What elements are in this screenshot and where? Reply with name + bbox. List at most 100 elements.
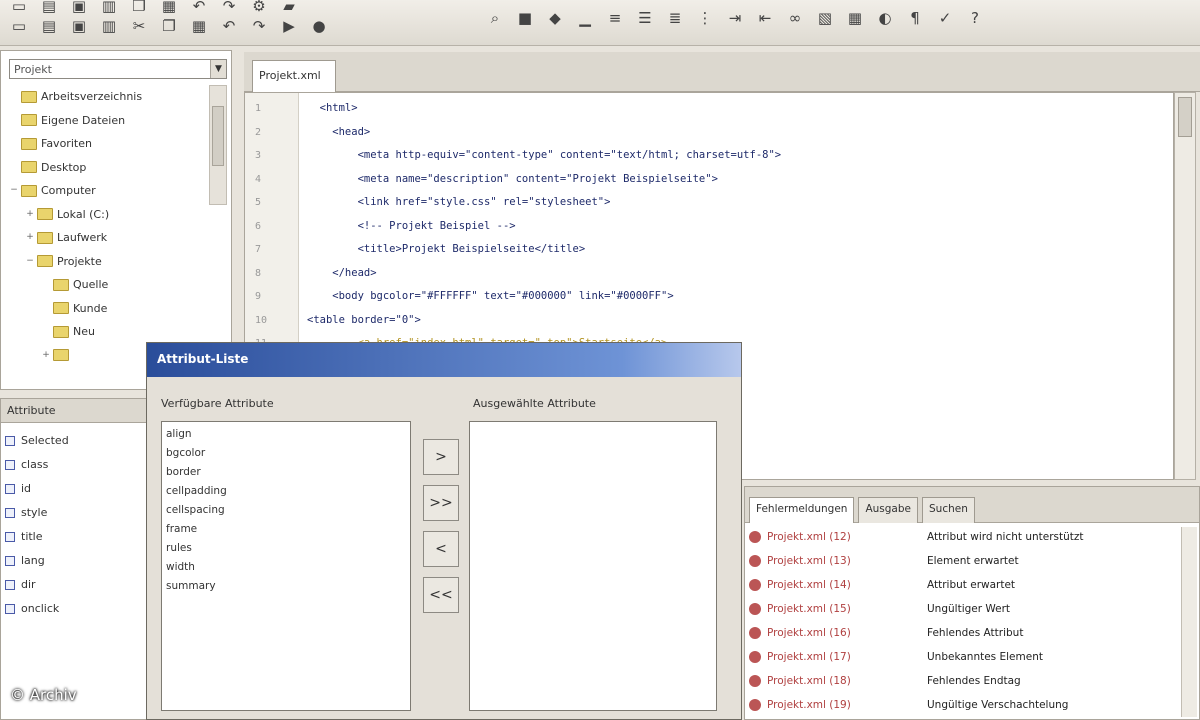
- chevron-down-icon[interactable]: ▼: [210, 60, 226, 78]
- new-file-icon[interactable]: ▭: [6, 14, 32, 38]
- help-icon[interactable]: ?: [962, 6, 988, 30]
- list-item[interactable]: bgcolor: [166, 444, 406, 463]
- attribute-item[interactable]: lang: [5, 549, 145, 573]
- code-line[interactable]: <html>: [307, 97, 1163, 121]
- list-item[interactable]: width: [166, 558, 406, 577]
- list-item[interactable]: summary: [166, 577, 406, 596]
- expand-icon[interactable]: +: [39, 344, 53, 368]
- italic-icon[interactable]: ◆: [542, 6, 568, 30]
- align-left-icon[interactable]: ≡: [602, 6, 628, 30]
- checkbox-icon[interactable]: [5, 508, 15, 518]
- tree-scrollbar-thumb[interactable]: [212, 106, 224, 166]
- list-item[interactable]: cellpadding: [166, 482, 406, 501]
- checkbox-icon[interactable]: [5, 460, 15, 470]
- attribute-item[interactable]: onclick: [5, 597, 145, 621]
- attribute-item[interactable]: id: [5, 477, 145, 501]
- tree-item[interactable]: Eigene Dateien: [7, 109, 207, 133]
- code-line[interactable]: <!-- Projekt Beispiel -->: [307, 215, 1163, 239]
- message-row[interactable]: Projekt.xml (18) Fehlendes Endtag: [749, 669, 1195, 693]
- tab-output-0[interactable]: Fehlermeldungen: [749, 497, 855, 523]
- expand-icon[interactable]: +: [23, 226, 37, 250]
- list-icon[interactable]: ⋮: [692, 6, 718, 30]
- bold-icon[interactable]: ■: [512, 6, 538, 30]
- undo-icon[interactable]: ↶: [216, 14, 242, 38]
- image-icon[interactable]: ▧: [812, 6, 838, 30]
- tree-item[interactable]: Neu: [7, 320, 207, 344]
- code-line[interactable]: <meta name="description" content="Projek…: [307, 168, 1163, 192]
- message-row[interactable]: Projekt.xml (13) Element erwartet: [749, 549, 1195, 573]
- tree-item[interactable]: Arbeitsverzeichnis: [7, 85, 207, 109]
- list-item[interactable]: cellspacing: [166, 501, 406, 520]
- tree-item[interactable]: + Lokal (C:): [7, 203, 207, 227]
- redo-icon[interactable]: ↷: [246, 14, 272, 38]
- code-line[interactable]: </head>: [307, 262, 1163, 286]
- attribute-item[interactable]: dir: [5, 573, 145, 597]
- output-scrollbar[interactable]: [1181, 527, 1197, 717]
- code-line[interactable]: <link href="style.css" rel="stylesheet">: [307, 191, 1163, 215]
- link-icon[interactable]: ∞: [782, 6, 808, 30]
- attribute-item[interactable]: style: [5, 501, 145, 525]
- table-icon[interactable]: ▦: [842, 6, 868, 30]
- selected-attributes-list[interactable]: [469, 421, 717, 711]
- align-center-icon[interactable]: ☰: [632, 6, 658, 30]
- format-icon[interactable]: ¶: [902, 6, 928, 30]
- move-all-left-button[interactable]: <<: [423, 577, 459, 613]
- validate-icon[interactable]: ✓: [932, 6, 958, 30]
- tab-output-1[interactable]: Ausgabe: [858, 497, 918, 523]
- tree-item[interactable]: Favoriten: [7, 132, 207, 156]
- tree-item[interactable]: Quelle: [7, 273, 207, 297]
- attribute-item[interactable]: class: [5, 453, 145, 477]
- outdent-icon[interactable]: ⇤: [752, 6, 778, 30]
- code-line[interactable]: <head>: [307, 121, 1163, 145]
- tab-output-2[interactable]: Suchen: [922, 497, 975, 523]
- save-icon[interactable]: ▣: [66, 14, 92, 38]
- project-combo[interactable]: Projekt ▼: [9, 59, 227, 79]
- code-line[interactable]: <table border="0">: [307, 309, 1163, 333]
- tree-item[interactable]: Kunde: [7, 297, 207, 321]
- checkbox-icon[interactable]: [5, 532, 15, 542]
- move-all-right-button[interactable]: >>: [423, 485, 459, 521]
- move-left-button[interactable]: <: [423, 531, 459, 567]
- attribute-item[interactable]: Selected: [5, 429, 145, 453]
- print-icon[interactable]: ▥: [96, 14, 122, 38]
- tab-projekt[interactable]: Projekt.xml: [252, 60, 336, 92]
- indent-icon[interactable]: ⇥: [722, 6, 748, 30]
- attribute-item[interactable]: title: [5, 525, 145, 549]
- editor-scrollbar[interactable]: [1174, 92, 1196, 480]
- expand-icon[interactable]: +: [23, 203, 37, 227]
- tree-item[interactable]: − Projekte: [7, 250, 207, 274]
- move-right-button[interactable]: >: [423, 439, 459, 475]
- checkbox-icon[interactable]: [5, 604, 15, 614]
- editor-scrollbar-thumb[interactable]: [1178, 97, 1192, 137]
- checkbox-icon[interactable]: [5, 436, 15, 446]
- color-icon[interactable]: ◐: [872, 6, 898, 30]
- message-row[interactable]: Projekt.xml (12) Attribut wird nicht unte…: [749, 525, 1195, 549]
- tree-item[interactable]: Desktop: [7, 156, 207, 180]
- message-row[interactable]: Projekt.xml (16) Fehlendes Attribut: [749, 621, 1195, 645]
- checkbox-icon[interactable]: [5, 484, 15, 494]
- message-row[interactable]: Projekt.xml (17) Unbekanntes Element: [749, 645, 1195, 669]
- message-row[interactable]: Projekt.xml (19) Ungültige Verschachtelun…: [749, 693, 1195, 717]
- tree-scrollbar[interactable]: [209, 85, 227, 205]
- message-row[interactable]: Projekt.xml (15) Ungültiger Wert: [749, 597, 1195, 621]
- message-row[interactable]: Projekt.xml (14) Attribut erwartet: [749, 573, 1195, 597]
- collapse-icon[interactable]: −: [7, 179, 21, 203]
- code-line[interactable]: <meta http-equiv="content-type" content=…: [307, 144, 1163, 168]
- tree-item[interactable]: + Laufwerk: [7, 226, 207, 250]
- align-right-icon[interactable]: ≣: [662, 6, 688, 30]
- list-item[interactable]: frame: [166, 520, 406, 539]
- checkbox-icon[interactable]: [5, 580, 15, 590]
- checkbox-icon[interactable]: [5, 556, 15, 566]
- tree-item[interactable]: − Computer: [7, 179, 207, 203]
- list-item[interactable]: rules: [166, 539, 406, 558]
- cut-icon[interactable]: ✂: [126, 14, 152, 38]
- run-icon[interactable]: ▶: [276, 14, 302, 38]
- list-item[interactable]: align: [166, 425, 406, 444]
- code-line[interactable]: <body bgcolor="#FFFFFF" text="#000000" l…: [307, 285, 1163, 309]
- list-item[interactable]: border: [166, 463, 406, 482]
- open-icon[interactable]: ▤: [36, 14, 62, 38]
- copy-icon[interactable]: ❐: [156, 14, 182, 38]
- collapse-icon[interactable]: −: [23, 250, 37, 274]
- search-icon[interactable]: ⌕: [482, 6, 508, 30]
- debug-icon[interactable]: ●: [306, 14, 332, 38]
